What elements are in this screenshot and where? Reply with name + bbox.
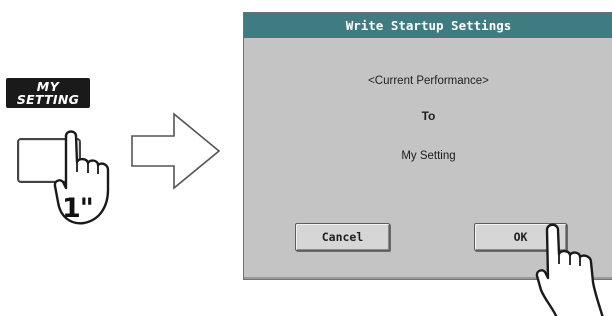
my-setting-badge: MY SETTING [6,78,90,108]
source-label: <Current Performance> [368,75,489,87]
badge-line-setting: SETTING [16,92,80,107]
cancel-button[interactable]: Cancel [295,223,390,251]
pointing-hand-icon [535,223,604,316]
press-duration-label: 1" [62,193,94,224]
to-label: To [421,109,436,123]
dialog-title: Write Startup Settings [244,13,612,38]
right-arrow-icon [131,112,221,190]
destination-label: My Setting [401,150,456,162]
